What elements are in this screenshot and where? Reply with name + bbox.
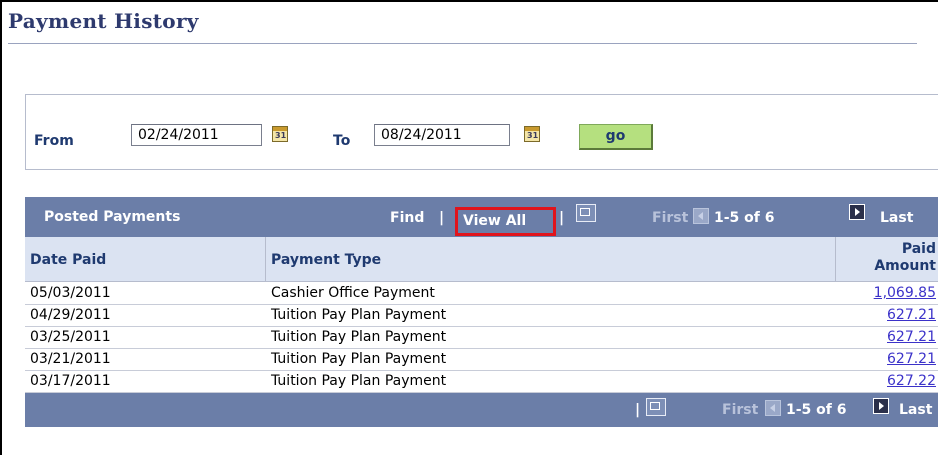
grid-title: Posted Payments: [44, 209, 181, 225]
payment-type-cell: Tuition Pay Plan Payment: [271, 329, 447, 345]
date-paid-cell: 04/29/2011: [30, 307, 111, 323]
view-all-link[interactable]: View All: [463, 213, 526, 229]
to-calendar-icon[interactable]: 31: [524, 126, 540, 142]
last-link[interactable]: Last: [880, 210, 913, 226]
previous-arrow-icon: [765, 400, 781, 416]
next-arrow-icon[interactable]: [849, 204, 865, 220]
paid-amount-link[interactable]: 627.21: [839, 351, 936, 367]
from-calendar-icon[interactable]: 31: [272, 126, 288, 142]
first-link: First: [722, 402, 759, 418]
find-link[interactable]: Find: [390, 210, 424, 226]
paid-amount-line2: Amount: [874, 258, 936, 274]
from-label: From: [34, 133, 74, 149]
payment-type-cell: Tuition Pay Plan Payment: [271, 351, 447, 367]
page-title: Payment History: [8, 9, 199, 33]
table-row: 05/03/2011 Cashier Office Payment 1,069.…: [25, 283, 938, 305]
table-row: 03/17/2011 Tuition Pay Plan Payment 627.…: [25, 371, 938, 393]
first-link: First: [652, 210, 689, 226]
grid-footer-bar: | First 1-5 of 6 Last: [25, 393, 938, 427]
row-count: 1-5 of 6: [786, 402, 847, 418]
date-paid-cell: 05/03/2011: [30, 285, 111, 301]
calendar-day-text: 31: [527, 131, 539, 140]
new-window-icon[interactable]: [646, 398, 666, 416]
date-paid-cell: 03/17/2011: [30, 373, 111, 389]
payment-type-cell: Cashier Office Payment: [271, 285, 435, 301]
date-paid-cell: 03/21/2011: [30, 351, 111, 367]
window-top-border: [0, 0, 938, 2]
to-label: To: [333, 133, 351, 149]
previous-arrow-icon: [693, 208, 709, 224]
row-count: 1-5 of 6: [714, 210, 775, 226]
window-left-border: [0, 0, 2, 455]
separator: |: [635, 402, 641, 418]
view-all-highlight: View All: [455, 207, 556, 236]
from-date-input[interactable]: [131, 124, 262, 146]
go-button[interactable]: go: [579, 124, 653, 150]
date-paid-cell: 03/25/2011: [30, 329, 111, 345]
payment-type-cell: Tuition Pay Plan Payment: [271, 307, 447, 323]
new-window-icon[interactable]: [576, 204, 596, 222]
table-row: 04/29/2011 Tuition Pay Plan Payment 627.…: [25, 305, 938, 327]
paid-amount-link[interactable]: 627.21: [839, 307, 936, 323]
column-divider: [265, 237, 266, 282]
column-header-date-paid[interactable]: Date Paid: [30, 252, 106, 268]
table-row: 03/21/2011 Tuition Pay Plan Payment 627.…: [25, 349, 938, 371]
paid-amount-link[interactable]: 627.21: [839, 329, 936, 345]
paid-amount-line1: Paid: [901, 241, 936, 257]
last-link[interactable]: Last: [899, 402, 932, 418]
next-arrow-icon[interactable]: [873, 398, 889, 414]
separator: |: [559, 210, 565, 226]
title-divider: [8, 43, 917, 44]
separator: |: [439, 210, 445, 226]
to-date-input[interactable]: [374, 124, 510, 146]
grid-header-bar: Posted Payments Find | View All | First …: [25, 197, 938, 237]
column-header-payment-type[interactable]: Payment Type: [271, 252, 381, 268]
payment-type-cell: Tuition Pay Plan Payment: [271, 373, 447, 389]
column-header-paid-amount[interactable]: Paid Amount: [839, 241, 936, 275]
calendar-day-text: 31: [275, 131, 287, 140]
paid-amount-link[interactable]: 627.22: [839, 373, 936, 389]
column-header-row: Date Paid Payment Type Paid Amount: [25, 237, 938, 282]
paid-amount-link[interactable]: 1,069.85: [839, 285, 936, 301]
table-row: 03/25/2011 Tuition Pay Plan Payment 627.…: [25, 327, 938, 349]
column-divider: [835, 237, 836, 282]
